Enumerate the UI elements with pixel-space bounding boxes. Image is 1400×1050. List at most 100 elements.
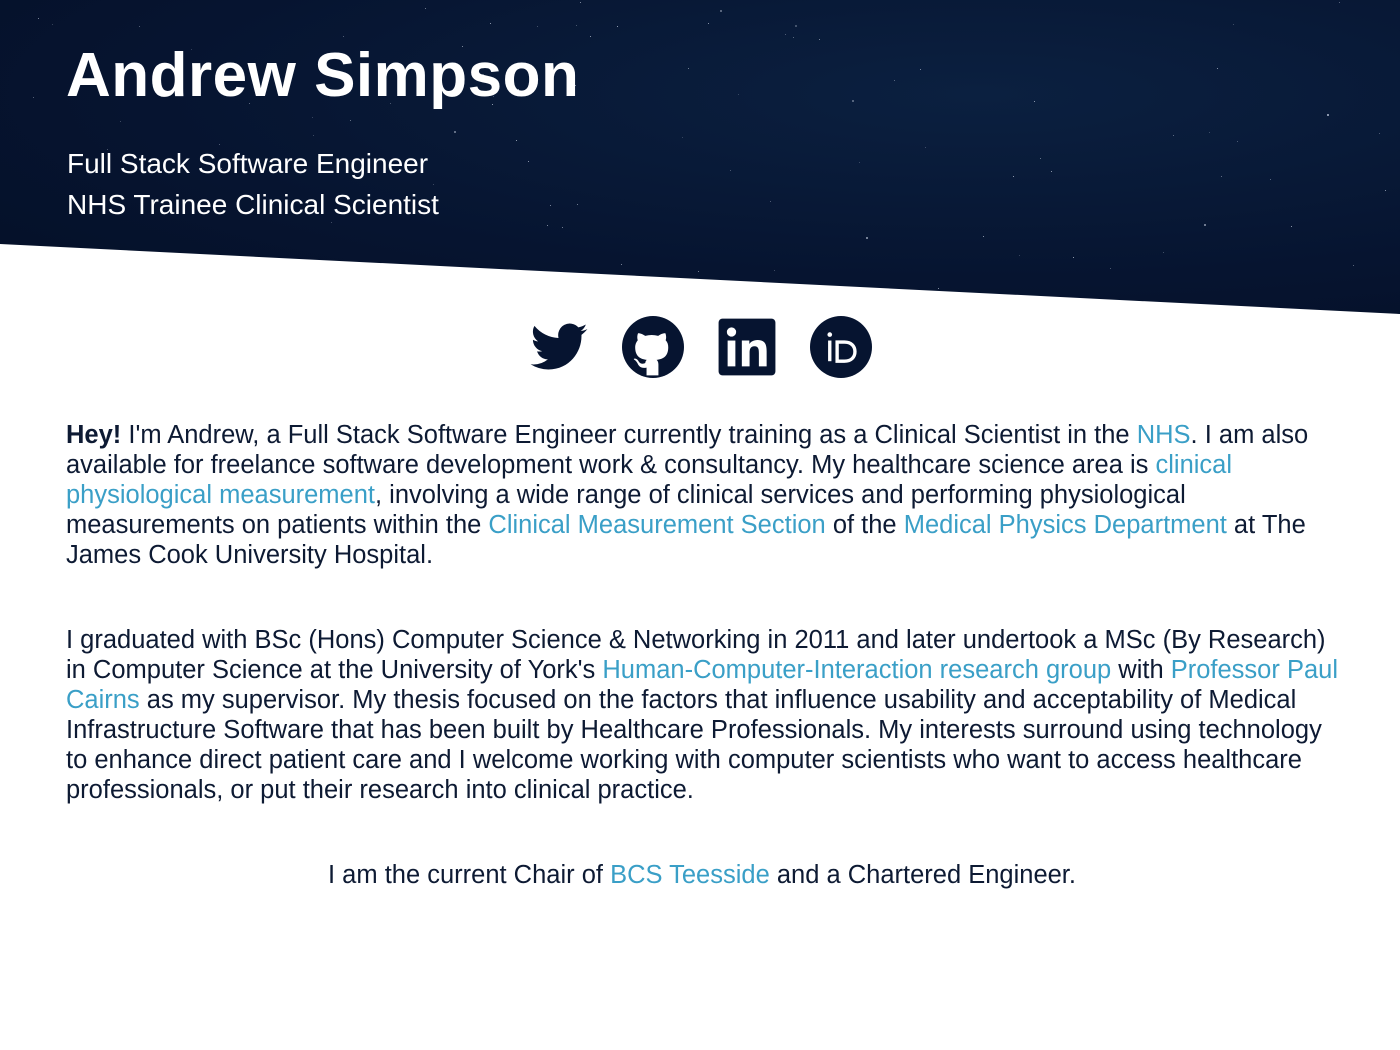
star	[785, 34, 786, 35]
star	[795, 25, 797, 27]
star	[1353, 265, 1354, 266]
star	[4, 252, 5, 253]
subtitle-role: NHS Trainee Clinical Scientist	[67, 189, 439, 220]
nhs-link[interactable]: NHS	[1137, 421, 1191, 449]
subtitles: Full Stack Software Engineer NHS Trainee…	[67, 143, 439, 225]
linkedin-link[interactable]	[716, 316, 778, 378]
star	[738, 94, 739, 95]
star	[490, 23, 491, 24]
intro-paragraph: Hey! I'm Andrew, a Full Stack Software E…	[66, 420, 1338, 570]
twitter-icon	[530, 323, 588, 370]
star	[688, 68, 689, 69]
star	[925, 147, 926, 148]
orcid-link[interactable]	[810, 316, 872, 378]
star	[617, 26, 618, 27]
star	[576, 25, 577, 26]
text: I am the current Chair of	[328, 861, 611, 889]
star	[516, 140, 517, 141]
star	[852, 100, 854, 102]
star	[562, 227, 563, 228]
star	[343, 36, 344, 37]
page-title: Andrew Simpson	[66, 41, 580, 110]
star	[1173, 135, 1174, 136]
star	[1209, 132, 1210, 133]
linkedin-icon	[718, 318, 776, 376]
header-banner: Andrew Simpson Full Stack Software Engin…	[0, 0, 1400, 314]
social-links	[0, 316, 1400, 378]
star	[1339, 2, 1340, 3]
subtitle-role: Full Stack Software Engineer	[67, 148, 429, 179]
star	[52, 24, 53, 25]
bcs-paragraph: I am the current Chair of BCS Teesside a…	[66, 860, 1338, 890]
star	[708, 23, 709, 24]
star	[1233, 24, 1234, 25]
star	[528, 161, 529, 162]
greeting: Hey!	[66, 421, 122, 449]
star	[454, 131, 456, 133]
about-section: Hey! I'm Andrew, a Full Stack Software E…	[66, 420, 1338, 945]
star	[682, 137, 683, 138]
star	[313, 135, 314, 136]
text: as my supervisor. My thesis focused on t…	[66, 686, 1322, 804]
clinical-measurement-section-link[interactable]: Clinical Measurement Section	[488, 511, 825, 539]
star	[1034, 101, 1035, 102]
star	[920, 69, 921, 70]
orcid-icon	[810, 316, 872, 378]
star	[774, 270, 775, 271]
github-link[interactable]	[622, 316, 684, 378]
star	[1385, 190, 1386, 191]
star	[1327, 114, 1329, 116]
star	[580, 2, 581, 3]
star	[120, 121, 121, 122]
star	[621, 264, 622, 265]
twitter-link[interactable]	[528, 316, 590, 378]
star	[312, 117, 313, 118]
star	[550, 205, 551, 206]
star	[547, 225, 548, 226]
star	[1291, 226, 1292, 227]
star	[590, 36, 591, 37]
medical-physics-department-link[interactable]: Medical Physics Department	[904, 511, 1227, 539]
bcs-teesside-link[interactable]: BCS Teesside	[610, 861, 770, 889]
star	[537, 26, 538, 27]
star	[70, 281, 71, 282]
star	[1013, 176, 1014, 177]
star	[1163, 252, 1164, 253]
text: and a Chartered Engineer.	[769, 861, 1076, 889]
text: I'm Andrew, a Full Stack Software Engine…	[121, 421, 1137, 449]
text: of the	[825, 511, 904, 539]
star	[859, 162, 860, 163]
star	[698, 271, 699, 272]
star	[38, 18, 39, 19]
star	[793, 37, 794, 38]
star	[819, 39, 820, 40]
text: with	[1111, 656, 1171, 684]
star	[1270, 179, 1271, 180]
star	[1051, 171, 1052, 172]
star	[1204, 224, 1206, 226]
star	[1019, 255, 1020, 256]
star	[1040, 158, 1041, 159]
hci-group-link[interactable]: Human-Computer-Interaction research grou…	[602, 656, 1111, 684]
star	[105, 291, 106, 292]
star	[938, 288, 939, 289]
star	[770, 201, 771, 202]
star	[1217, 68, 1218, 69]
star	[730, 170, 731, 171]
star	[1073, 257, 1074, 258]
star	[1379, 133, 1380, 134]
star	[983, 236, 984, 237]
github-icon	[622, 316, 684, 378]
star	[866, 237, 868, 239]
star	[621, 286, 622, 287]
star	[894, 80, 895, 81]
star	[1110, 268, 1111, 269]
education-paragraph: I graduated with BSc (Hons) Computer Sci…	[66, 625, 1338, 805]
star	[350, 120, 351, 121]
star	[1237, 141, 1238, 142]
star	[139, 26, 140, 27]
star	[720, 10, 722, 12]
star	[577, 204, 578, 205]
star	[425, 8, 426, 9]
star	[33, 97, 34, 98]
